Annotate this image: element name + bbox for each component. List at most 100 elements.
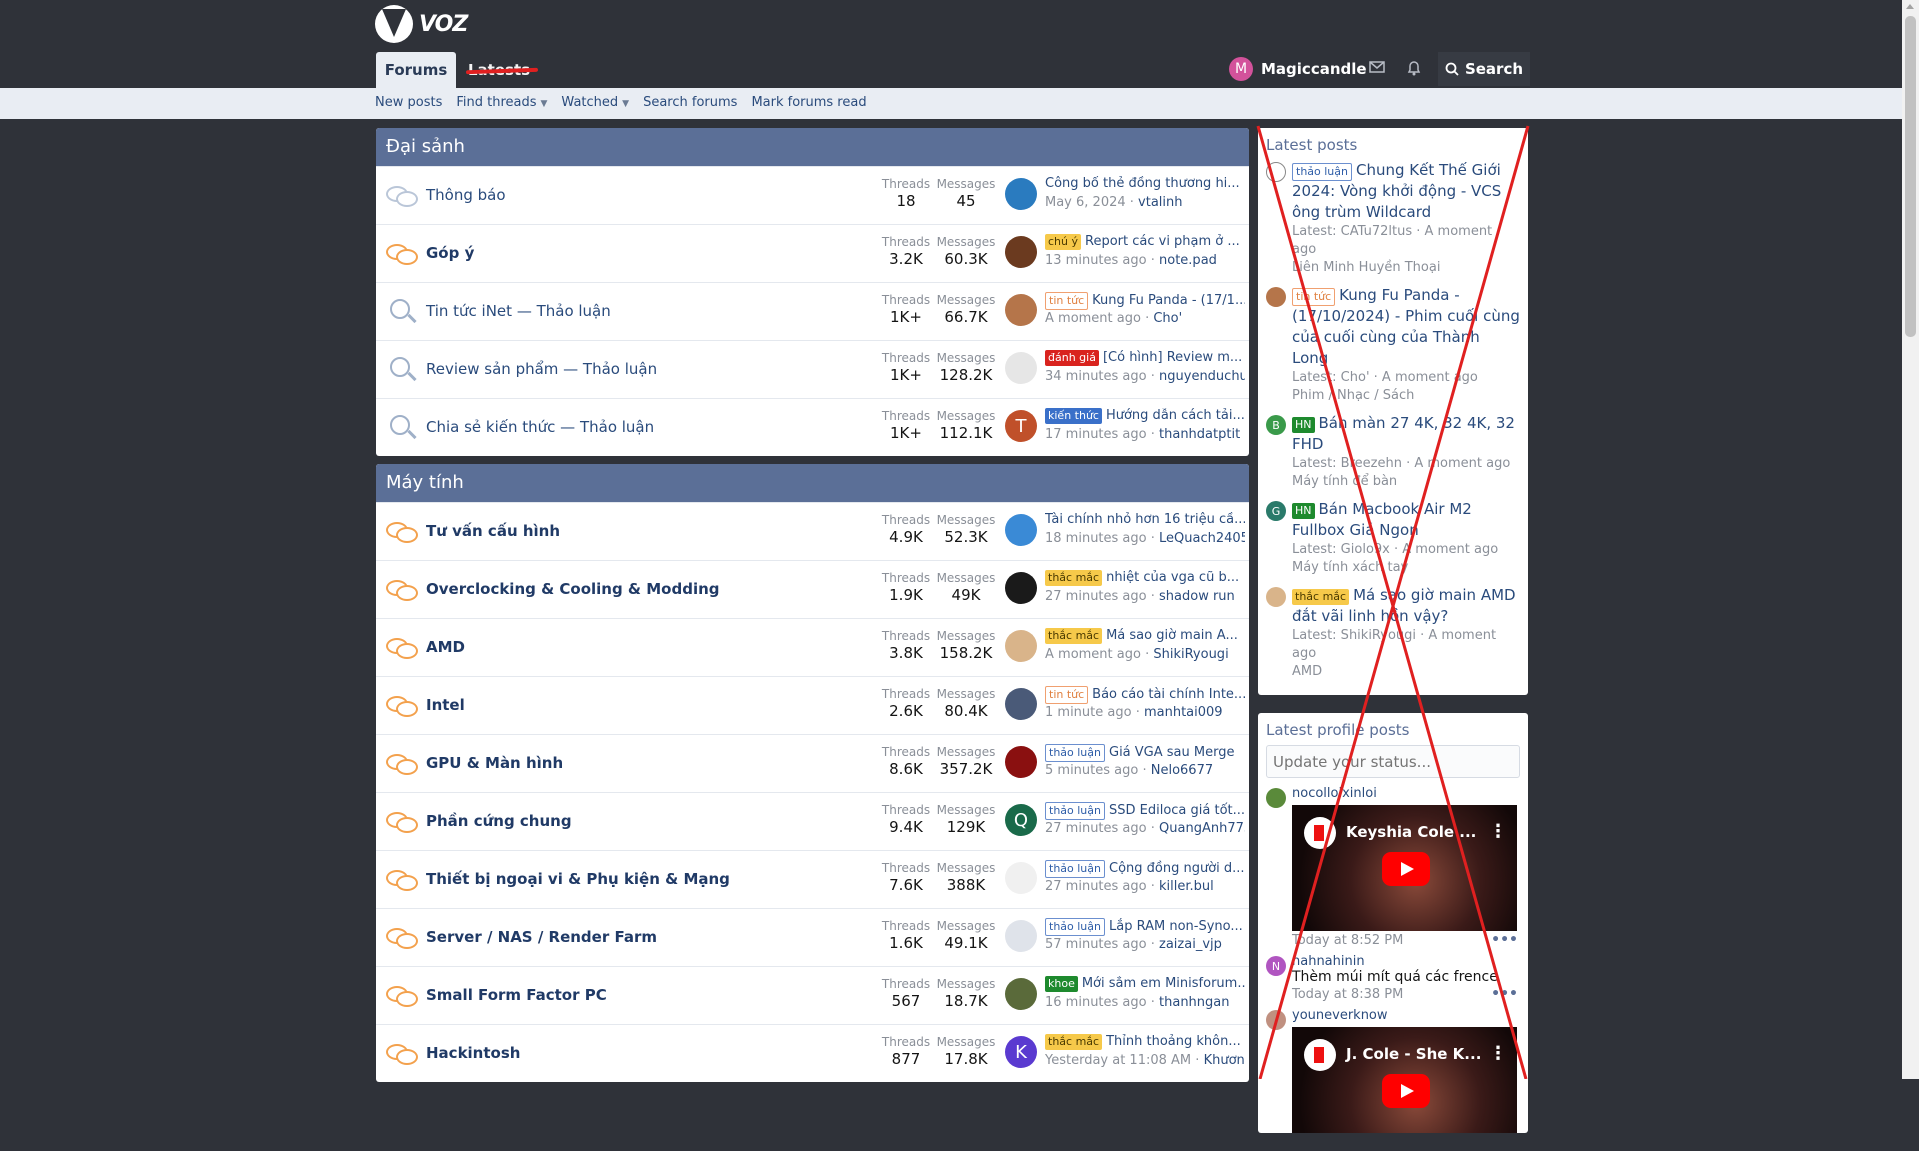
- latest-post-title-link[interactable]: HN Bán màn 27 4K, 32 4K, 32 FHD: [1292, 413, 1520, 455]
- last-post-title-link[interactable]: Tài chính nhỏ hơn 16 triệu cầ...: [1045, 512, 1245, 527]
- avatar[interactable]: [1005, 178, 1037, 210]
- forum-node[interactable]: Tư vấn cấu hình Threads 4.9K Messages 52.3K T…: [376, 502, 1249, 560]
- forum-title-link[interactable]: Intel: [426, 696, 465, 714]
- last-post-user-link[interactable]: manhtai009: [1144, 705, 1223, 720]
- latest-post-forum-link[interactable]: Phim / Nhạc / Sách: [1292, 387, 1520, 405]
- category-title[interactable]: Máy tính: [376, 464, 1249, 502]
- forum-title-link[interactable]: Review sản phẩm — Thảo luận: [426, 360, 657, 378]
- avatar[interactable]: [1266, 788, 1286, 808]
- last-post-user-link[interactable]: killer.bul: [1159, 879, 1214, 894]
- latest-post-forum-link[interactable]: AMD: [1292, 663, 1520, 681]
- scroll-up-arrow-icon[interactable]: [1906, 4, 1914, 9]
- avatar[interactable]: T: [1005, 410, 1037, 442]
- user-menu[interactable]: M Magiccandle: [1229, 52, 1367, 86]
- bell-icon[interactable]: [1405, 60, 1423, 78]
- forum-node[interactable]: Small Form Factor PC Threads 567 Messages 18…: [376, 966, 1249, 1024]
- last-post-user-link[interactable]: zaizai_vjp: [1159, 937, 1222, 952]
- last-post-user-link[interactable]: Cho': [1153, 311, 1182, 326]
- video-embed[interactable]: J. Cole - She K... ⋮: [1292, 1027, 1517, 1133]
- avatar[interactable]: [1005, 352, 1037, 384]
- last-post-user-link[interactable]: ShikiRyougi: [1153, 647, 1228, 662]
- last-post-user-link[interactable]: note.pad: [1159, 253, 1217, 268]
- scrollbar[interactable]: [1902, 0, 1919, 1079]
- last-post-title-link[interactable]: thảo luận Giá VGA sau Merge: [1045, 744, 1245, 762]
- tab-latests[interactable]: Latests: [465, 52, 539, 88]
- play-button-icon[interactable]: [1382, 852, 1430, 886]
- new-posts-link[interactable]: New posts: [375, 95, 442, 110]
- more-vertical-icon[interactable]: ⋮: [1489, 1043, 1507, 1064]
- more-options-icon[interactable]: •••: [1491, 932, 1518, 948]
- forum-title-link[interactable]: Tin tức iNet — Thảo luận: [426, 302, 611, 320]
- category-title[interactable]: Đại sảnh: [376, 128, 1249, 166]
- latest-post-forum-link[interactable]: Máy tính để bàn: [1292, 473, 1520, 491]
- avatar[interactable]: [1005, 294, 1037, 326]
- last-post-user-link[interactable]: thanhngan: [1159, 995, 1229, 1010]
- status-input[interactable]: [1266, 745, 1520, 778]
- avatar[interactable]: [1005, 978, 1037, 1010]
- forum-title-link[interactable]: Góp ý: [426, 244, 474, 262]
- forum-node[interactable]: Tin tức iNet — Thảo luận Threads 1K+ Messag…: [376, 282, 1249, 340]
- latest-post-title-link[interactable]: HN Bán Macbook Air M2 Fullbox Giá Ngon: [1292, 499, 1520, 541]
- forum-title-link[interactable]: AMD: [426, 638, 465, 656]
- forum-node[interactable]: Hackintosh Threads 877 Messages 17.8K Kthắc m…: [376, 1024, 1249, 1082]
- mark-forums-read-link[interactable]: Mark forums read: [751, 95, 866, 110]
- last-post-title-link[interactable]: thắc mắc Thỉnh thoảng khôn...: [1045, 1034, 1245, 1050]
- video-embed[interactable]: Keyshia Cole ... ⋮: [1292, 805, 1517, 931]
- forum-title-link[interactable]: Tư vấn cấu hình: [426, 522, 560, 540]
- avatar[interactable]: [1005, 572, 1037, 604]
- forum-title-link[interactable]: Server / NAS / Render Farm: [426, 928, 657, 946]
- forum-node[interactable]: Server / NAS / Render Farm Threads 1.6K Mes…: [376, 908, 1249, 966]
- scrollbar-thumb[interactable]: [1905, 16, 1916, 337]
- more-options-icon[interactable]: •••: [1491, 986, 1518, 1002]
- forum-node[interactable]: Phần cứng chung Threads 9.4K Messages 129K Qt…: [376, 792, 1249, 850]
- avatar[interactable]: [1266, 287, 1286, 307]
- more-vertical-icon[interactable]: ⋮: [1489, 821, 1507, 842]
- play-button-icon[interactable]: [1382, 1074, 1430, 1108]
- last-post-title-link[interactable]: thắc mắc nhiệt của vga cũ b...: [1045, 570, 1245, 586]
- forum-title-link[interactable]: Overclocking & Cooling & Modding: [426, 580, 720, 598]
- site-logo[interactable]: VOZ: [375, 5, 468, 43]
- avatar[interactable]: B: [1266, 415, 1286, 435]
- avatar[interactable]: [1005, 688, 1037, 720]
- last-post-title-link[interactable]: tin tức Báo cáo tài chính Inte...: [1045, 686, 1245, 704]
- profile-post-user-link[interactable]: nahnahinin: [1292, 954, 1520, 969]
- last-post-title-link[interactable]: Công bố thẻ đồng thương hi...: [1045, 176, 1245, 191]
- last-post-title-link[interactable]: chú ý Report các vi phạm ở ...: [1045, 234, 1245, 250]
- tab-forums[interactable]: Forums: [376, 52, 456, 88]
- avatar[interactable]: [1266, 162, 1286, 182]
- avatar[interactable]: [1005, 236, 1037, 268]
- avatar[interactable]: [1005, 862, 1037, 894]
- search-forums-link[interactable]: Search forums: [643, 95, 737, 110]
- search-button[interactable]: Search: [1438, 52, 1530, 86]
- forum-title-link[interactable]: Hackintosh: [426, 1044, 520, 1062]
- last-post-user-link[interactable]: nguyenduchu: [1159, 369, 1245, 384]
- last-post-user-link[interactable]: QuangAnh773: [1159, 821, 1245, 836]
- video-title[interactable]: J. Cole - She K...: [1346, 1045, 1481, 1063]
- avatar[interactable]: [1005, 630, 1037, 662]
- last-post-title-link[interactable]: kiến thức Hướng dẫn cách tải...: [1045, 408, 1245, 424]
- last-post-title-link[interactable]: thảo luận Cộng đồng người d...: [1045, 860, 1245, 878]
- envelope-icon[interactable]: [1368, 60, 1386, 78]
- forum-node[interactable]: Review sản phẩm — Thảo luận Threads 1K+ Mes…: [376, 340, 1249, 398]
- profile-post-user-link[interactable]: youneverknow: [1292, 1008, 1520, 1023]
- forum-node[interactable]: Chia sẻ kiến thức — Thảo luận Threads 1K+ M…: [376, 398, 1249, 456]
- forum-node[interactable]: Thiết bị ngoại vi & Phụ kiện & Mạng Threa…: [376, 850, 1249, 908]
- forum-node[interactable]: GPU & Màn hình Threads 8.6K Messages 357.2K t…: [376, 734, 1249, 792]
- latest-post-forum-link[interactable]: Máy tính xách tay: [1292, 559, 1520, 577]
- watched-menu[interactable]: Watched ▼: [561, 95, 629, 110]
- avatar[interactable]: [1005, 514, 1037, 546]
- last-post-user-link[interactable]: Nelo6677: [1151, 763, 1213, 778]
- last-post-title-link[interactable]: tin tức Kung Fu Panda - (17/1...: [1045, 292, 1245, 310]
- avatar[interactable]: K: [1005, 1036, 1037, 1068]
- last-post-title-link[interactable]: khoe Mới sắm em Minisforum...: [1045, 976, 1245, 992]
- avatar[interactable]: N: [1266, 956, 1286, 976]
- last-post-title-link[interactable]: đánh giá [Có hình] Review m...: [1045, 350, 1245, 366]
- forum-node[interactable]: Góp ý Threads 3.2K Messages 60.3K chú ý Report…: [376, 224, 1249, 282]
- last-post-user-link[interactable]: shadow run: [1159, 589, 1235, 604]
- last-post-title-link[interactable]: thảo luận SSD Ediloca giá tốt...: [1045, 802, 1245, 820]
- forum-node[interactable]: Intel Threads 2.6K Messages 80.4K tin tức Báo …: [376, 676, 1249, 734]
- find-threads-menu[interactable]: Find threads ▼: [456, 95, 547, 110]
- latest-post-title-link[interactable]: thắc mắc Má sao giờ main AMD đắt vãi linh…: [1292, 585, 1520, 627]
- avatar[interactable]: G: [1266, 501, 1286, 521]
- forum-title-link[interactable]: Phần cứng chung: [426, 812, 572, 830]
